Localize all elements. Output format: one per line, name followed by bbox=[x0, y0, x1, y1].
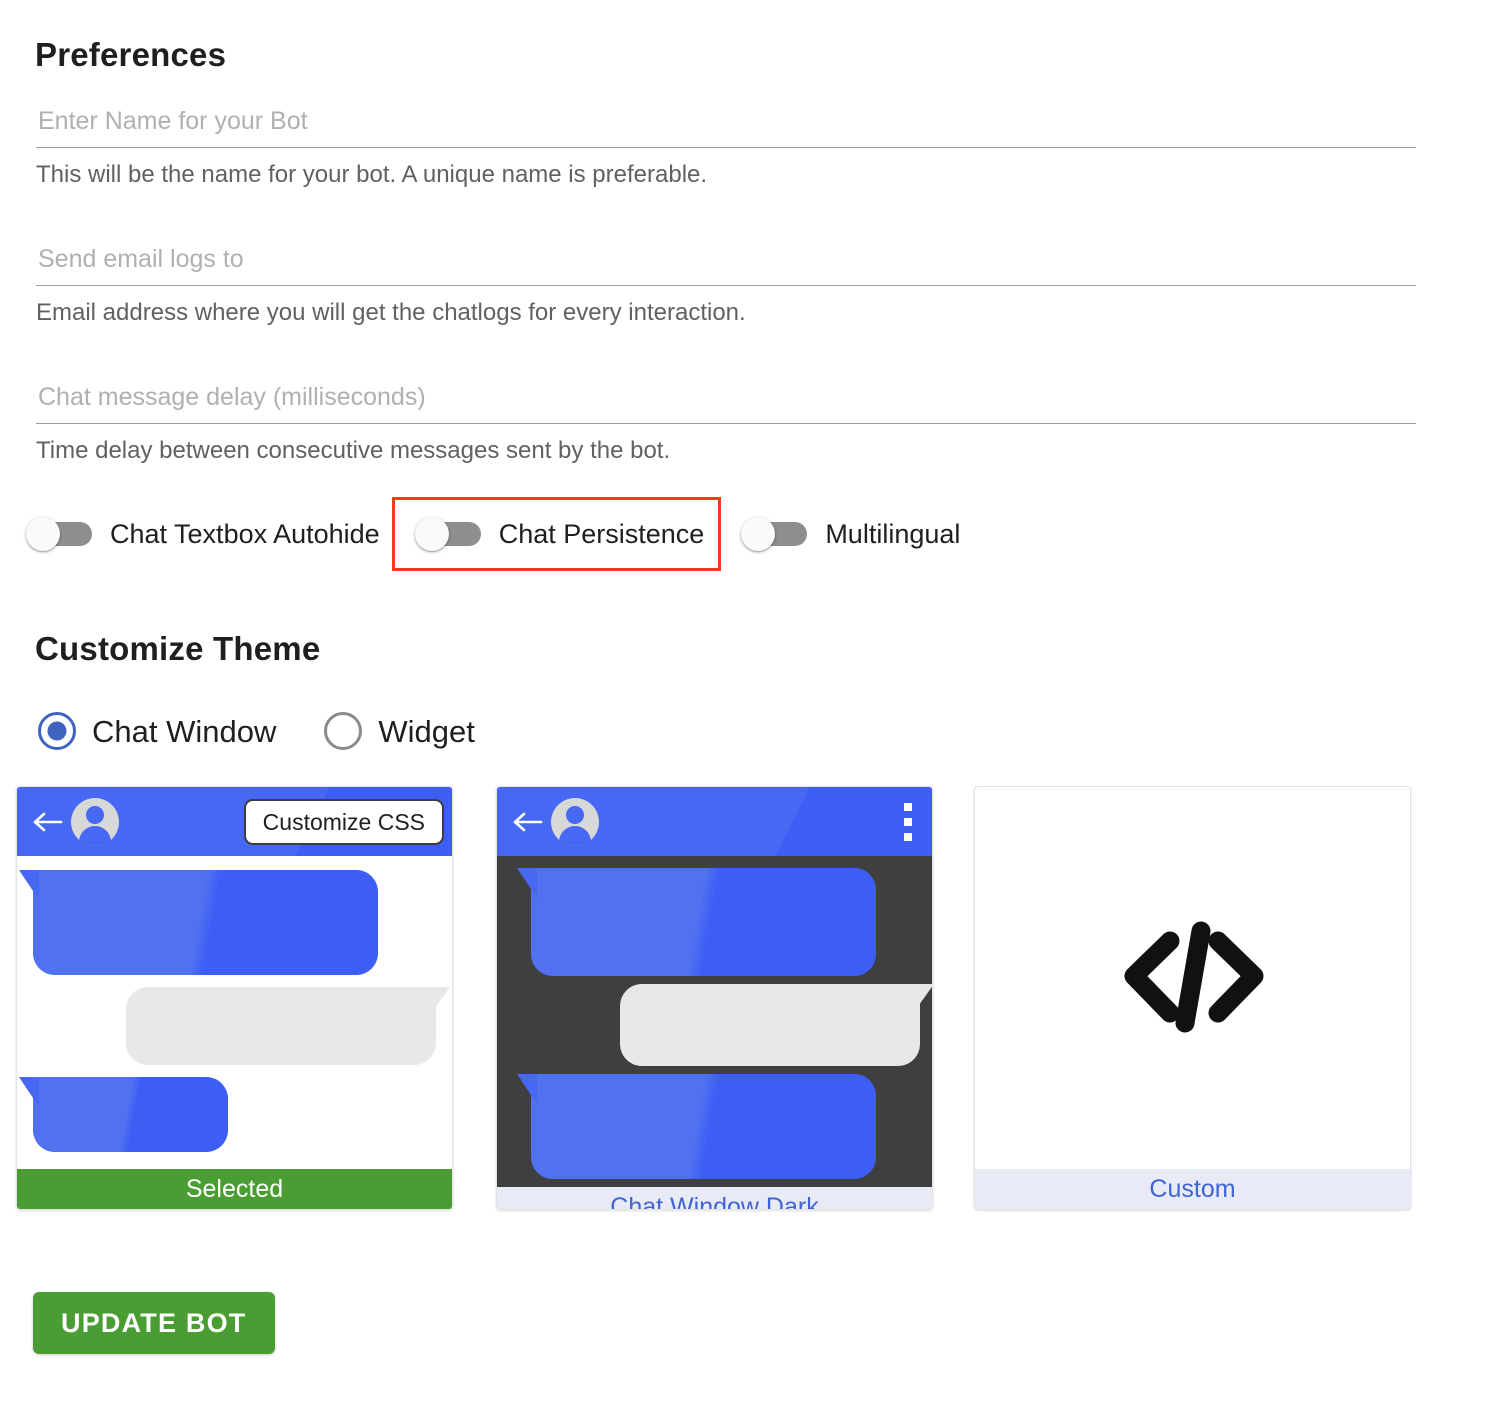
theme-card-footer-label[interactable]: Custom bbox=[975, 1169, 1410, 1209]
field-bot-name: This will be the name for your bot. A un… bbox=[36, 106, 1416, 190]
email-logs-hint: Email address where you will get the cha… bbox=[36, 299, 746, 327]
radio-chat-window[interactable]: Chat Window bbox=[38, 712, 276, 750]
theme-card-footer-label[interactable]: Selected bbox=[17, 1169, 452, 1209]
custom-theme-preview bbox=[975, 787, 1410, 1169]
chat-message-delay-hint: Time delay between consecutive messages … bbox=[36, 437, 671, 465]
chat-bubble-user bbox=[620, 984, 920, 1066]
chat-bubble-user bbox=[126, 987, 436, 1065]
radio-label: Chat Window bbox=[92, 713, 277, 749]
update-bot-button[interactable]: UPDATE BOT bbox=[33, 1292, 275, 1354]
chat-bubble-bot bbox=[531, 1074, 876, 1179]
radio-label: Widget bbox=[378, 713, 475, 749]
radio-unselected-icon[interactable] bbox=[324, 712, 363, 750]
chat-preview-body bbox=[17, 856, 452, 1169]
theme-card-custom[interactable]: Custom bbox=[974, 786, 1411, 1210]
chat-bubble-bot bbox=[33, 870, 378, 975]
toggle-switch-icon[interactable] bbox=[414, 517, 481, 551]
theme-card-chat-window-dark[interactable]: Chat Window Dark bbox=[496, 786, 933, 1210]
avatar bbox=[71, 797, 119, 846]
code-icon bbox=[1108, 901, 1278, 1056]
customize-theme-title: Customize Theme bbox=[35, 630, 321, 667]
avatar bbox=[551, 797, 599, 846]
toggle-switch-icon[interactable] bbox=[26, 517, 92, 551]
toggle-label: Chat Textbox Autohide bbox=[110, 518, 380, 549]
radio-selected-icon[interactable] bbox=[38, 712, 76, 750]
toggle-chat-persistence[interactable]: Chat Persistence bbox=[391, 497, 722, 571]
chat-preview-header bbox=[497, 787, 932, 856]
bot-name-input[interactable] bbox=[36, 106, 1416, 149]
field-email-logs: Email address where you will get the cha… bbox=[36, 244, 1416, 328]
theme-card-footer-label[interactable]: Chat Window Dark bbox=[497, 1187, 932, 1209]
page-title: Preferences bbox=[35, 36, 227, 73]
toggle-label: Multilingual bbox=[825, 518, 961, 549]
chat-bubble-bot bbox=[33, 1077, 228, 1152]
toggle-label: Chat Persistence bbox=[498, 518, 705, 549]
toggle-row: Chat Textbox Autohide Chat Persistence M… bbox=[20, 497, 966, 571]
chat-preview-body bbox=[497, 856, 932, 1187]
toggle-switch-icon[interactable] bbox=[741, 517, 808, 551]
customize-css-button[interactable]: Customize CSS bbox=[243, 799, 444, 846]
field-chat-message-delay: Time delay between consecutive messages … bbox=[36, 382, 1416, 466]
radio-widget[interactable]: Widget bbox=[324, 712, 475, 750]
kebab-menu-icon[interactable] bbox=[904, 802, 912, 841]
back-arrow-icon bbox=[33, 810, 63, 834]
chat-bubble-bot bbox=[531, 868, 876, 976]
chat-message-delay-input[interactable] bbox=[36, 382, 1416, 425]
email-logs-input[interactable] bbox=[36, 244, 1416, 287]
chat-preview-header: Customize CSS bbox=[17, 787, 452, 856]
toggle-multilingual[interactable]: Multilingual bbox=[735, 497, 966, 571]
bot-name-hint: This will be the name for your bot. A un… bbox=[36, 161, 708, 189]
theme-card-chat-window[interactable]: Customize CSS Selected bbox=[16, 786, 453, 1210]
theme-type-radio-group: Chat Window Widget bbox=[38, 712, 475, 750]
preferences-page: Preferences This will be the name for yo… bbox=[0, 0, 1486, 1424]
toggle-chat-textbox-autohide[interactable]: Chat Textbox Autohide bbox=[20, 497, 386, 571]
back-arrow-icon bbox=[513, 810, 543, 834]
